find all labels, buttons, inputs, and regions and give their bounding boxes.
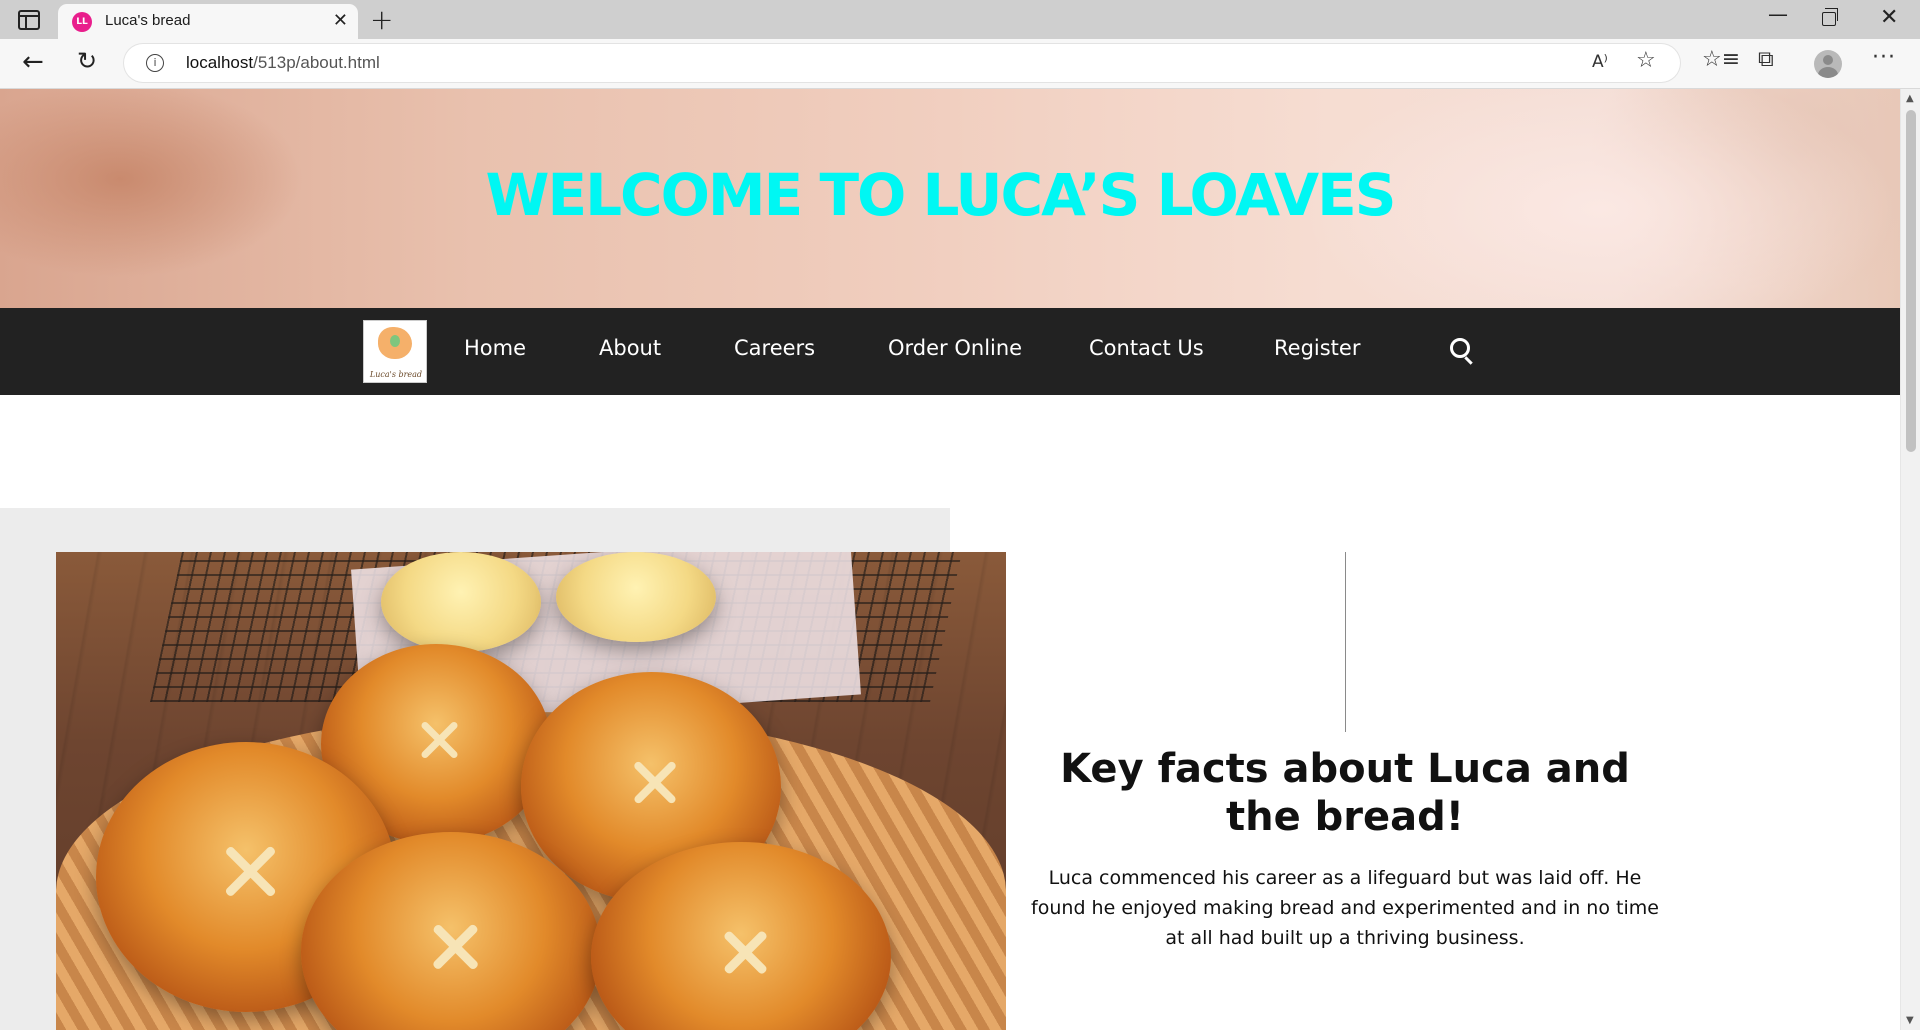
bread-photo: [56, 552, 1006, 1030]
scroll-down-arrow-icon[interactable]: ▼: [1906, 1015, 1914, 1026]
search-icon[interactable]: [1450, 338, 1470, 358]
address-bar[interactable]: i localhost/513p/about.html A⁾ ☆: [124, 44, 1680, 82]
about-heading: Key facts about Luca and the bread!: [1060, 746, 1630, 840]
browser-tab-bar: LL Luca's bread ✕ + — ✕: [0, 0, 1920, 39]
tab-actions-menu-icon[interactable]: [18, 10, 40, 30]
hero-title: WELCOME TO LUCA’S LOAVES: [485, 161, 1397, 229]
about-body: Luca commenced his career as a lifeguard…: [1031, 867, 1659, 949]
bun-pale: [381, 552, 541, 652]
site-logo[interactable]: Luca's bread: [363, 320, 427, 383]
collections-icon[interactable]: ⧉: [1758, 47, 1774, 72]
page-scrollbar[interactable]: ▲ ▼: [1900, 89, 1920, 1030]
profile-avatar-icon[interactable]: [1814, 50, 1842, 78]
bun-pale: [556, 552, 716, 642]
nav-careers[interactable]: Careers: [734, 336, 815, 360]
page-viewport: WELCOME TO LUCA’S LOAVES Luca's bread Ho…: [0, 89, 1920, 1030]
hero-banner: WELCOME TO LUCA’S LOAVES: [0, 89, 1900, 308]
url-path: /513p/about.html: [253, 53, 380, 72]
add-favorite-icon[interactable]: ☆: [1636, 48, 1656, 73]
browser-tab[interactable]: LL Luca's bread ✕: [58, 4, 358, 39]
nav-home[interactable]: Home: [464, 336, 526, 360]
bread-logo-icon: [378, 327, 412, 359]
nav-order-online[interactable]: Order Online: [888, 336, 1022, 360]
vertical-divider: [1345, 552, 1346, 732]
scroll-thumb[interactable]: [1906, 110, 1916, 452]
favorites-icon[interactable]: ☆≡: [1702, 47, 1740, 72]
nav-about[interactable]: About: [599, 336, 661, 360]
url-text[interactable]: localhost/513p/about.html: [186, 53, 380, 73]
site-navbar: Luca's bread Home About Careers Order On…: [0, 308, 1900, 395]
url-host: localhost: [186, 53, 254, 72]
browser-toolbar: ← ↻ i localhost/513p/about.html A⁾ ☆ ☆≡ …: [0, 39, 1920, 89]
tab-title: Luca's bread: [105, 12, 191, 29]
tab-favicon-icon: LL: [72, 12, 92, 32]
window-close-button[interactable]: ✕: [1880, 5, 1898, 30]
window-minimize-button[interactable]: —: [1768, 2, 1788, 26]
nav-contact-us[interactable]: Contact Us: [1089, 336, 1204, 360]
scroll-up-arrow-icon[interactable]: ▲: [1906, 93, 1914, 104]
window-restore-button[interactable]: [1822, 8, 1838, 26]
logo-text: Luca's bread: [369, 370, 423, 379]
back-arrow-icon[interactable]: ←: [22, 47, 44, 77]
nav-register[interactable]: Register: [1274, 336, 1360, 360]
reload-icon[interactable]: ↻: [77, 47, 97, 75]
tab-close-icon[interactable]: ✕: [333, 10, 348, 31]
site-info-icon[interactable]: i: [146, 54, 164, 72]
read-aloud-icon[interactable]: A⁾: [1592, 52, 1608, 72]
more-options-icon[interactable]: ···: [1872, 45, 1896, 70]
new-tab-button[interactable]: +: [370, 3, 393, 36]
